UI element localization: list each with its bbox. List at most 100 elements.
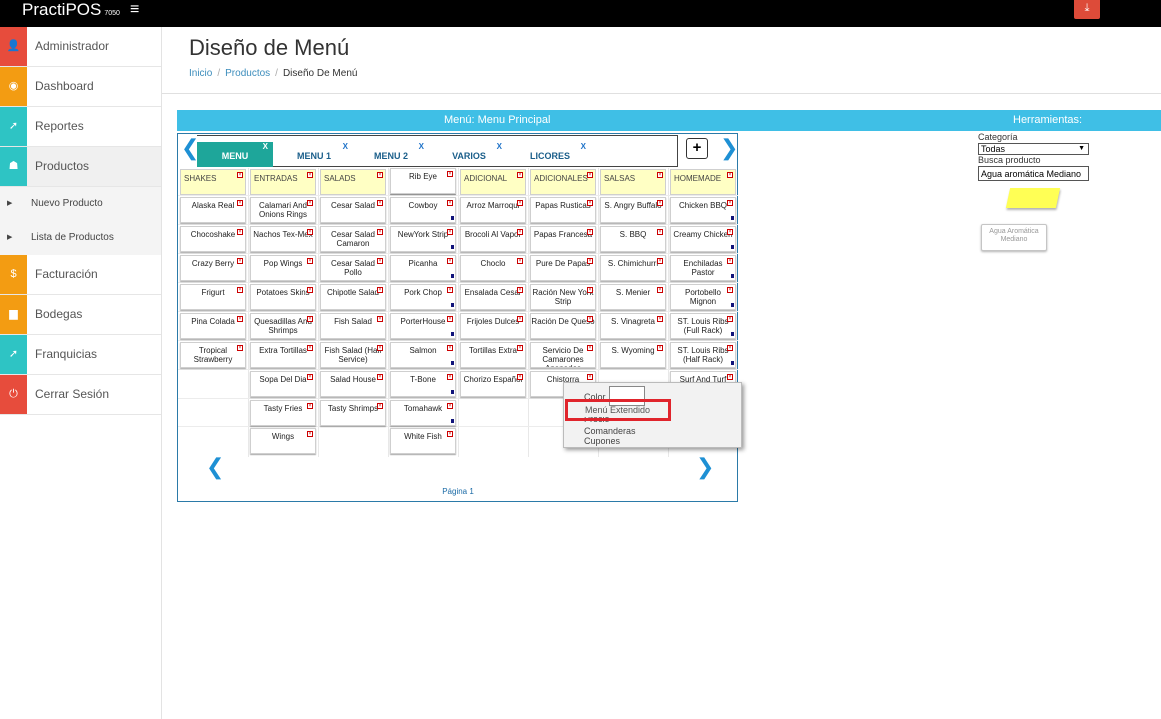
delete-icon[interactable]: × bbox=[727, 258, 733, 264]
tab-close-icon[interactable]: X bbox=[263, 133, 268, 161]
tab-close-icon[interactable]: X bbox=[419, 133, 424, 161]
product-item[interactable]: Cowboy × bbox=[390, 197, 456, 223]
delete-icon[interactable]: × bbox=[447, 258, 453, 264]
delete-icon[interactable]: × bbox=[587, 287, 593, 293]
delete-icon[interactable]: × bbox=[237, 229, 243, 235]
context-option-menu-extendido[interactable]: Menú Extendido bbox=[565, 399, 671, 421]
delete-icon[interactable]: × bbox=[727, 229, 733, 235]
product-item[interactable]: Papas Francesa × bbox=[530, 226, 596, 252]
product-item[interactable]: Nachos Tex-Mex × bbox=[250, 226, 316, 252]
delete-icon[interactable]: × bbox=[307, 431, 313, 437]
sidebar-item-bodegas[interactable]: ▆ Bodegas bbox=[0, 295, 161, 335]
breadcrumb-inicio[interactable]: Inicio bbox=[189, 68, 212, 79]
page-prev-arrow-icon[interactable]: ❮ bbox=[206, 456, 224, 478]
category-header[interactable]: SHAKES × bbox=[180, 169, 246, 195]
tab-close-icon[interactable]: X bbox=[343, 133, 348, 161]
delete-icon[interactable]: × bbox=[517, 172, 523, 178]
product-item[interactable]: Cesar Salad Camaron × bbox=[320, 226, 386, 252]
delete-icon[interactable]: × bbox=[447, 200, 453, 206]
delete-icon[interactable]: × bbox=[657, 345, 663, 351]
delete-icon[interactable]: × bbox=[447, 171, 453, 177]
category-header[interactable]: SALADS × bbox=[320, 169, 386, 195]
product-item[interactable]: Ración De Queso × bbox=[530, 313, 596, 339]
product-item[interactable]: Crazy Berry × bbox=[180, 255, 246, 281]
product-item[interactable]: Pina Colada × bbox=[180, 313, 246, 339]
delete-icon[interactable]: × bbox=[237, 287, 243, 293]
delete-icon[interactable]: × bbox=[587, 345, 593, 351]
delete-icon[interactable]: × bbox=[727, 316, 733, 322]
sidebar-item-cerrar-sesion[interactable]: ⏻ Cerrar Sesión bbox=[0, 375, 161, 415]
delete-icon[interactable]: × bbox=[587, 374, 593, 380]
product-item[interactable]: Papas Rusticas × bbox=[530, 197, 596, 223]
sidebar-subitem-nuevo-producto[interactable]: ▶ Nuevo Producto bbox=[0, 187, 161, 221]
category-header[interactable]: ENTRADAS × bbox=[250, 169, 316, 195]
product-item[interactable]: Tasty Fries × bbox=[250, 400, 316, 426]
product-item[interactable]: NewYork Strip × bbox=[390, 226, 456, 252]
delete-icon[interactable]: × bbox=[447, 374, 453, 380]
delete-icon[interactable]: × bbox=[307, 172, 313, 178]
product-item[interactable]: S. Menier × bbox=[600, 284, 666, 310]
sidebar-item-facturacion[interactable]: $ Facturación bbox=[0, 255, 161, 295]
tab-menu-1[interactable]: MENU 1X bbox=[275, 142, 353, 167]
product-item[interactable]: S. Chimichurri × bbox=[600, 255, 666, 281]
page-next-arrow-icon[interactable]: ❯ bbox=[696, 456, 714, 478]
product-item[interactable]: Rib Eye × bbox=[390, 168, 456, 194]
product-item[interactable]: Extra Tortillas × bbox=[250, 342, 316, 368]
tab-menu-2[interactable]: MENU 2X bbox=[353, 142, 429, 167]
delete-icon[interactable]: × bbox=[517, 345, 523, 351]
product-item[interactable]: Tortillas Extra × bbox=[460, 342, 526, 368]
product-item[interactable]: Brocoli Al Vapor × bbox=[460, 226, 526, 252]
delete-icon[interactable]: × bbox=[307, 316, 313, 322]
product-item[interactable]: Creamy Chicken × bbox=[670, 226, 736, 252]
brand-logo[interactable]: PractiPOS 7050 bbox=[22, 0, 120, 25]
delete-icon[interactable]: × bbox=[587, 200, 593, 206]
delete-icon[interactable]: × bbox=[587, 316, 593, 322]
delete-icon[interactable]: × bbox=[237, 345, 243, 351]
product-item[interactable]: Chicken BBQ × bbox=[670, 197, 736, 223]
delete-icon[interactable]: × bbox=[237, 172, 243, 178]
delete-icon[interactable]: × bbox=[447, 345, 453, 351]
delete-icon[interactable]: × bbox=[727, 287, 733, 293]
breadcrumb-productos[interactable]: Productos bbox=[225, 68, 270, 79]
delete-icon[interactable]: × bbox=[657, 229, 663, 235]
product-item[interactable]: Ensalada Cesar × bbox=[460, 284, 526, 310]
category-header[interactable]: SALSAS × bbox=[600, 169, 666, 195]
product-item[interactable]: Potatoes Skins × bbox=[250, 284, 316, 310]
delete-icon[interactable]: × bbox=[307, 403, 313, 409]
delete-icon[interactable]: × bbox=[517, 258, 523, 264]
product-item[interactable]: S. BBQ × bbox=[600, 226, 666, 252]
product-item[interactable]: S. Vinagreta × bbox=[600, 313, 666, 339]
product-item[interactable]: Cesar Salad × bbox=[320, 197, 386, 223]
delete-icon[interactable]: × bbox=[657, 172, 663, 178]
delete-icon[interactable]: × bbox=[727, 200, 733, 206]
delete-icon[interactable]: × bbox=[377, 229, 383, 235]
context-option-comanderas[interactable]: Comanderas bbox=[584, 426, 636, 436]
delete-icon[interactable]: × bbox=[447, 431, 453, 437]
delete-icon[interactable]: × bbox=[447, 316, 453, 322]
product-item[interactable]: Choclo × bbox=[460, 255, 526, 281]
delete-icon[interactable]: × bbox=[447, 403, 453, 409]
category-header[interactable]: HOMEMADE × bbox=[670, 169, 736, 195]
product-preview-card[interactable]: Agua Aromática Mediano bbox=[981, 224, 1047, 251]
color-swatch[interactable] bbox=[1005, 188, 1061, 208]
sidebar-item-franquicias[interactable]: ➚ Franquicias bbox=[0, 335, 161, 375]
product-item[interactable]: Chorizo Español × bbox=[460, 371, 526, 397]
delete-icon[interactable]: × bbox=[377, 200, 383, 206]
product-item[interactable]: Arroz Marroqui × bbox=[460, 197, 526, 223]
product-item[interactable]: Pop Wings × bbox=[250, 255, 316, 281]
delete-icon[interactable]: × bbox=[307, 200, 313, 206]
product-item[interactable]: ST. Louis Ribs (Full Rack) × bbox=[670, 313, 736, 339]
product-item[interactable]: Alaska Real × bbox=[180, 197, 246, 223]
product-item[interactable]: Chocoshake × bbox=[180, 226, 246, 252]
delete-icon[interactable]: × bbox=[377, 172, 383, 178]
sidebar-item-dashboard[interactable]: ◉ Dashboard bbox=[0, 67, 161, 107]
product-item[interactable]: Salad House × bbox=[320, 371, 386, 397]
add-category-button[interactable]: + bbox=[686, 138, 708, 159]
delete-icon[interactable]: × bbox=[657, 258, 663, 264]
delete-icon[interactable]: × bbox=[517, 200, 523, 206]
delete-icon[interactable]: × bbox=[377, 345, 383, 351]
product-item[interactable]: Picanha × bbox=[390, 255, 456, 281]
sidebar-item-reportes[interactable]: ➚ Reportes bbox=[0, 107, 161, 147]
product-item[interactable]: Sopa Del Dia × bbox=[250, 371, 316, 397]
delete-icon[interactable]: × bbox=[587, 229, 593, 235]
